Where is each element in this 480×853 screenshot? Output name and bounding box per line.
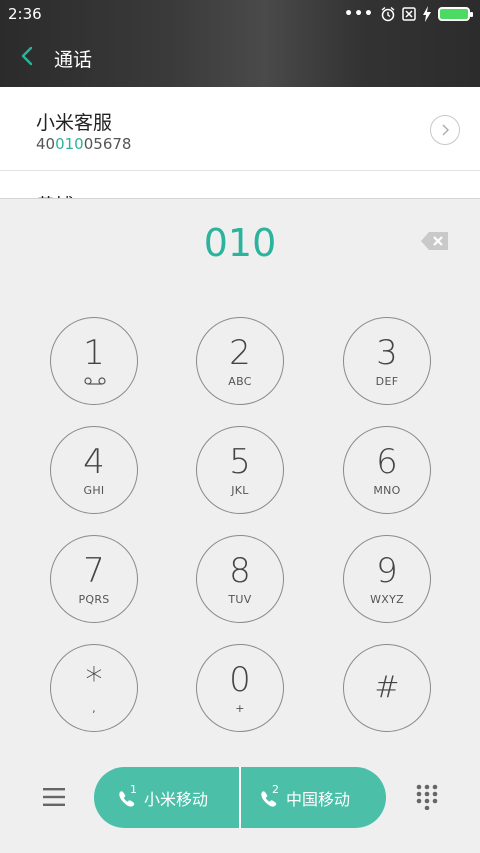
call-sim2-button[interactable]: 2 中国移动 [258, 767, 350, 828]
key-digit: 5 [229, 442, 251, 482]
key-digit: 7 [83, 551, 105, 591]
back-arrow-icon[interactable] [18, 44, 38, 68]
key-2[interactable]: 2 ABC [196, 317, 284, 405]
key-digit: 4 [83, 442, 105, 482]
keypad-icon[interactable] [416, 784, 438, 810]
key-letters: MNO [373, 484, 401, 497]
key-letters: GHI [83, 484, 105, 497]
key-0[interactable]: 0 + [196, 644, 284, 732]
contact-number: 4001005678 [36, 135, 132, 153]
key-letters: DEF [375, 375, 399, 388]
key-letters: JKL [231, 484, 249, 497]
app-header: 2:36 ••• 通话 [0, 0, 480, 87]
key-6[interactable]: 6 MNO [343, 426, 431, 514]
number-match-highlight: 010 [55, 135, 84, 153]
key-letters: + [235, 702, 245, 715]
sim-x-icon [402, 7, 416, 21]
key-digit: # [374, 670, 400, 705]
dialer-panel: 010 [0, 198, 480, 853]
key-digit: 6 [376, 442, 398, 482]
key-digit: * [85, 660, 103, 700]
key-letters: , [92, 702, 96, 715]
key-letters: TUV [228, 593, 252, 606]
menu-icon[interactable] [43, 788, 65, 806]
sim2-index: 2 [272, 782, 279, 796]
page-title: 通话 [54, 49, 93, 71]
key-digit: 3 [376, 333, 398, 373]
call-sim1-button[interactable]: 1 小米移动 [116, 767, 208, 828]
key-digit: 2 [229, 333, 251, 373]
key-8[interactable]: 8 TUV [196, 535, 284, 623]
alarm-icon [381, 6, 395, 22]
sim1-index: 1 [130, 782, 137, 796]
battery-icon [438, 7, 473, 21]
dialed-number[interactable]: 010 [0, 221, 480, 265]
call-divider [239, 767, 241, 828]
key-digit: 8 [229, 551, 251, 591]
key-5[interactable]: 5 JKL [196, 426, 284, 514]
key-9[interactable]: 9 WXYZ [343, 535, 431, 623]
backspace-icon[interactable] [420, 230, 450, 252]
contact-detail-button[interactable] [430, 115, 460, 145]
key-letters: PQRS [78, 593, 110, 606]
status-time: 2:36 [8, 5, 42, 23]
key-digit: 9 [376, 551, 398, 591]
list-divider [0, 170, 480, 171]
sim1-label: 小米移动 [144, 789, 209, 809]
chevron-right-icon [442, 124, 449, 136]
call-button-group: 1 小米移动 2 中国移动 [94, 767, 386, 828]
status-bar: 2:36 ••• [0, 0, 480, 28]
status-icons: ••• [344, 4, 473, 24]
key-letters: WXYZ [370, 593, 404, 606]
key-hash[interactable]: # [343, 644, 431, 732]
key-7[interactable]: 7 PQRS [50, 535, 138, 623]
contact-name: 小米客服 [36, 112, 113, 134]
key-4[interactable]: 4 GHI [50, 426, 138, 514]
key-1[interactable]: 1 [50, 317, 138, 405]
charging-icon [423, 6, 431, 22]
key-digit: 0 [229, 660, 251, 700]
contact-name[interactable]: 黄博 [36, 191, 74, 198]
sim2-label: 中国移动 [286, 789, 351, 809]
overflow-dots: ••• [344, 6, 374, 22]
key-digit: 1 [83, 333, 105, 373]
search-results: 小米客服 4001005678 黄博 [0, 87, 480, 198]
phone-sim1-icon: 1 [116, 783, 138, 809]
voicemail-icon [84, 377, 106, 385]
key-letters: ABC [228, 375, 252, 388]
key-3[interactable]: 3 DEF [343, 317, 431, 405]
key-star[interactable]: * , [50, 644, 138, 732]
phone-sim2-icon: 2 [258, 783, 280, 809]
